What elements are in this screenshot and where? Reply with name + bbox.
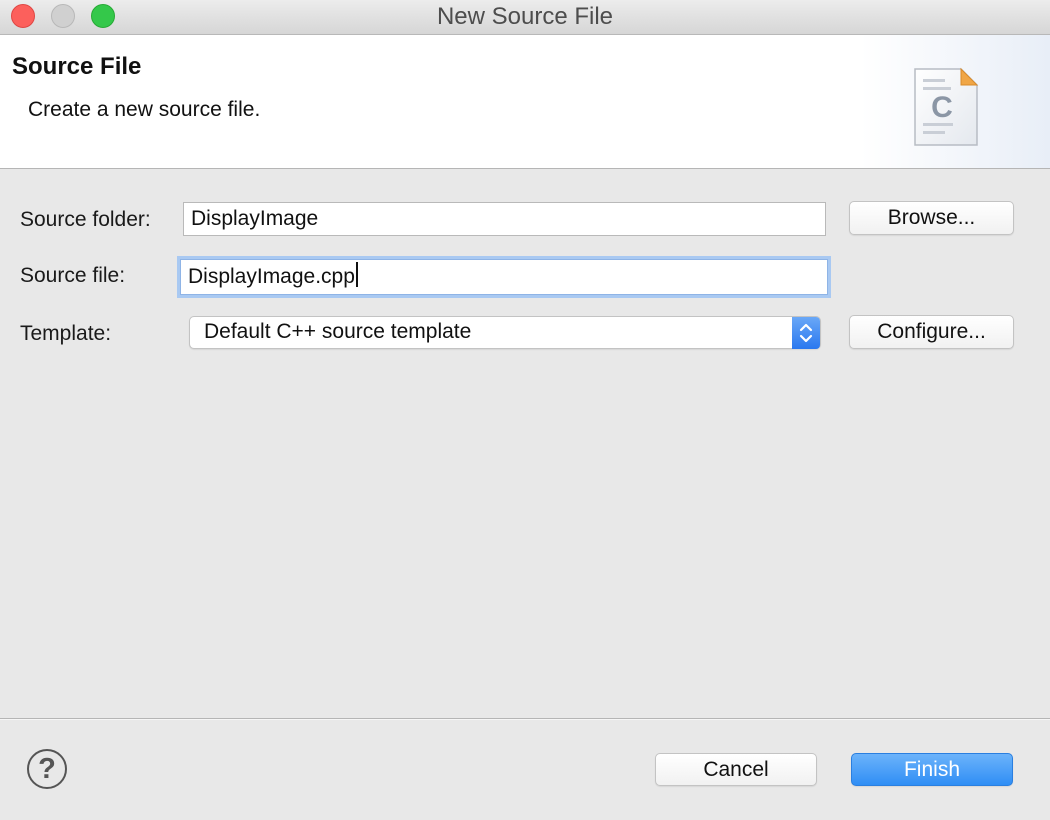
- template-selected-value: Default C++ source template: [204, 320, 472, 343]
- finish-button[interactable]: Finish: [851, 753, 1013, 786]
- source-folder-value: DisplayImage: [191, 207, 319, 230]
- title-bar: New Source File: [0, 0, 1050, 35]
- c-source-file-icon: C: [914, 67, 979, 146]
- wizard-header: Source File Create a new source file. C: [0, 35, 1050, 169]
- footer-divider-highlight: [0, 719, 1050, 720]
- source-file-label: Source file:: [20, 264, 126, 287]
- template-label: Template:: [20, 322, 112, 345]
- template-select[interactable]: Default C++ source template: [189, 316, 821, 349]
- source-folder-label: Source folder:: [20, 208, 151, 231]
- page-title: Source File: [12, 53, 142, 80]
- window-title: New Source File: [436, 3, 614, 30]
- source-file-value: DisplayImage.cpp: [188, 265, 355, 288]
- source-folder-input[interactable]: DisplayImage: [183, 202, 826, 236]
- help-icon[interactable]: ?: [27, 749, 67, 789]
- browse-button[interactable]: Browse...: [849, 201, 1014, 235]
- select-up-down-arrows-icon: [792, 317, 820, 349]
- cancel-button[interactable]: Cancel: [655, 753, 817, 786]
- text-cursor: [355, 262, 358, 287]
- source-file-input[interactable]: DisplayImage.cpp: [180, 259, 828, 295]
- configure-button[interactable]: Configure...: [849, 315, 1014, 349]
- icon-letter: C: [931, 91, 953, 124]
- page-description: Create a new source file.: [28, 98, 261, 121]
